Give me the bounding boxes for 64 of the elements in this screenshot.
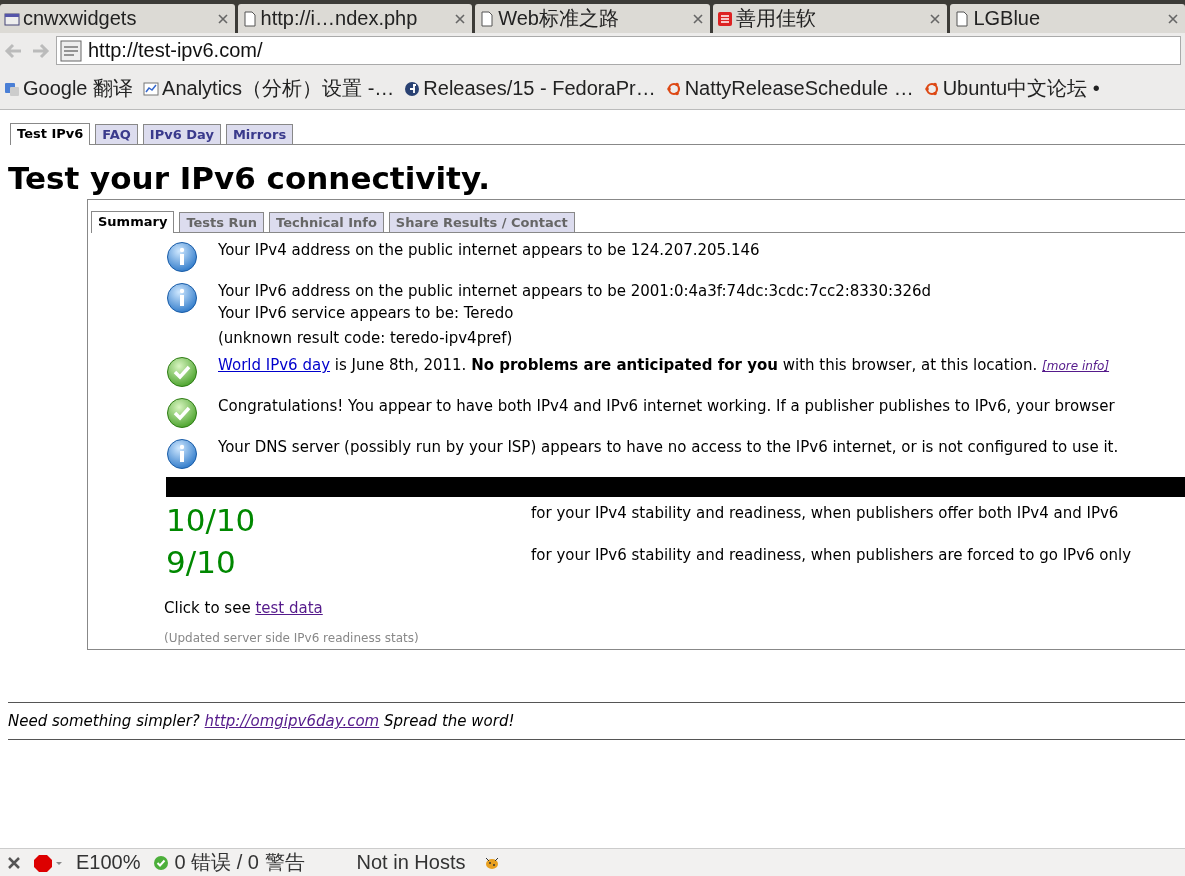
- bookmark[interactable]: Ubuntu中文论坛 •: [923, 75, 1100, 102]
- bookmark[interactable]: NattyReleaseSchedule …: [665, 77, 914, 100]
- browser-tab[interactable]: 善用佳软: [712, 4, 948, 33]
- browser-tab[interactable]: cnwxwidgets: [0, 4, 235, 33]
- error-count[interactable]: 0 错误 / 0 警告: [174, 849, 305, 876]
- page-heading: Test your IPv6 connectivity.: [8, 161, 492, 196]
- close-icon[interactable]: [6, 854, 22, 871]
- bookmark[interactable]: Releases/15 - FedoraPr…: [404, 77, 656, 100]
- ubuntu-icon: [923, 80, 940, 97]
- result-tab[interactable]: Technical Info: [269, 212, 384, 233]
- message-text: Your DNS server (possibly run by your ISP) appears to have no access to the IPv6 internet, or is not configured to use it.: [218, 438, 1119, 457]
- ubuntu-icon: [665, 80, 682, 97]
- address-field[interactable]: http://test-ipv6.com/: [56, 36, 1181, 65]
- omgipv6day-link[interactable]: http://omgipv6day.com: [204, 712, 380, 731]
- close-icon[interactable]: [454, 12, 467, 25]
- site-tab[interactable]: IPv6 Day: [142, 124, 221, 144]
- page-icon: [954, 10, 971, 27]
- chart-icon: [143, 80, 160, 97]
- logo-icon: [716, 10, 733, 27]
- bookmark[interactable]: Analytics（分析）设置 -…: [143, 75, 395, 102]
- message-text: Your IPv6 address on the public internet appears to be 2001:0:4a3f:74dc:3cdc:7cc2:8330:326d: [218, 282, 932, 301]
- close-icon[interactable]: [691, 12, 704, 25]
- message-text: (unknown result code: teredo-ipv4pref): [218, 329, 514, 348]
- browser-tab[interactable]: LGBlue: [950, 4, 1185, 33]
- bookmark[interactable]: Google 翻译: [4, 75, 134, 102]
- message-text: World IPv6 day is June 8th, 2011. No problems are anticipated for you with this browser, at this location. [more info]: [218, 356, 1110, 375]
- score-description: for your IPv6 stability and readiness, when publishers are forced to go IPv6 only: [531, 545, 1133, 567]
- browser-tab[interactable]: Web标准之路: [475, 4, 710, 33]
- message-text: Your IPv6 service appears to be: Teredo: [218, 304, 515, 323]
- page-icon: [479, 10, 496, 27]
- stats-note: (Updated server side IPv6 readiness stats): [164, 631, 420, 646]
- test-data-link[interactable]: test data: [255, 599, 323, 618]
- translate-icon: [4, 80, 20, 97]
- result-tab[interactable]: Share Results / Contact: [388, 212, 575, 233]
- close-icon[interactable]: [929, 12, 942, 25]
- close-icon[interactable]: [216, 12, 229, 25]
- check-icon: [152, 854, 169, 871]
- result-tab[interactable]: Tests Run: [179, 212, 265, 233]
- page-icon: [241, 10, 258, 27]
- test-data-text: Click to see test data: [164, 599, 324, 618]
- message-text: Your IPv4 address on the public internet appears to be 124.207.205.146: [218, 241, 760, 260]
- site-tab[interactable]: Mirrors: [225, 124, 294, 144]
- check-icon: [166, 356, 198, 389]
- site-tab[interactable]: FAQ: [95, 124, 138, 144]
- hosts-status[interactable]: Not in Hosts: [356, 851, 466, 874]
- browser-tab[interactable]: http://i…ndex.php: [237, 4, 473, 33]
- score: 9/10: [166, 543, 237, 582]
- score: 10/10: [166, 501, 257, 540]
- window-icon: [4, 10, 20, 27]
- result-tab[interactable]: Summary: [91, 211, 175, 234]
- info-icon: [166, 438, 198, 471]
- world-ipv6-day-link[interactable]: World IPv6 day: [218, 356, 330, 375]
- zoom-level[interactable]: E100%: [76, 851, 141, 874]
- footer-text: Need something simpler? http://omgipv6day.com Spread the word!: [8, 702, 1185, 741]
- check-icon: [166, 397, 198, 430]
- message-text: Congratulations! You appear to have both IPv4 and IPv6 internet working. If a publisher publishes to IPv6, your browser: [218, 397, 1115, 416]
- more-info-link[interactable]: [more info]: [1042, 359, 1110, 374]
- site-icon: [60, 39, 82, 62]
- close-icon[interactable]: [1166, 12, 1179, 25]
- score-description: for your IPv4 stability and readiness, when publishers offer both IPv4 and IPv6: [531, 503, 1120, 525]
- info-icon: [166, 241, 198, 274]
- info-icon: [166, 282, 198, 315]
- site-tab[interactable]: Test IPv6: [10, 123, 91, 145]
- fedora-icon: [404, 80, 421, 97]
